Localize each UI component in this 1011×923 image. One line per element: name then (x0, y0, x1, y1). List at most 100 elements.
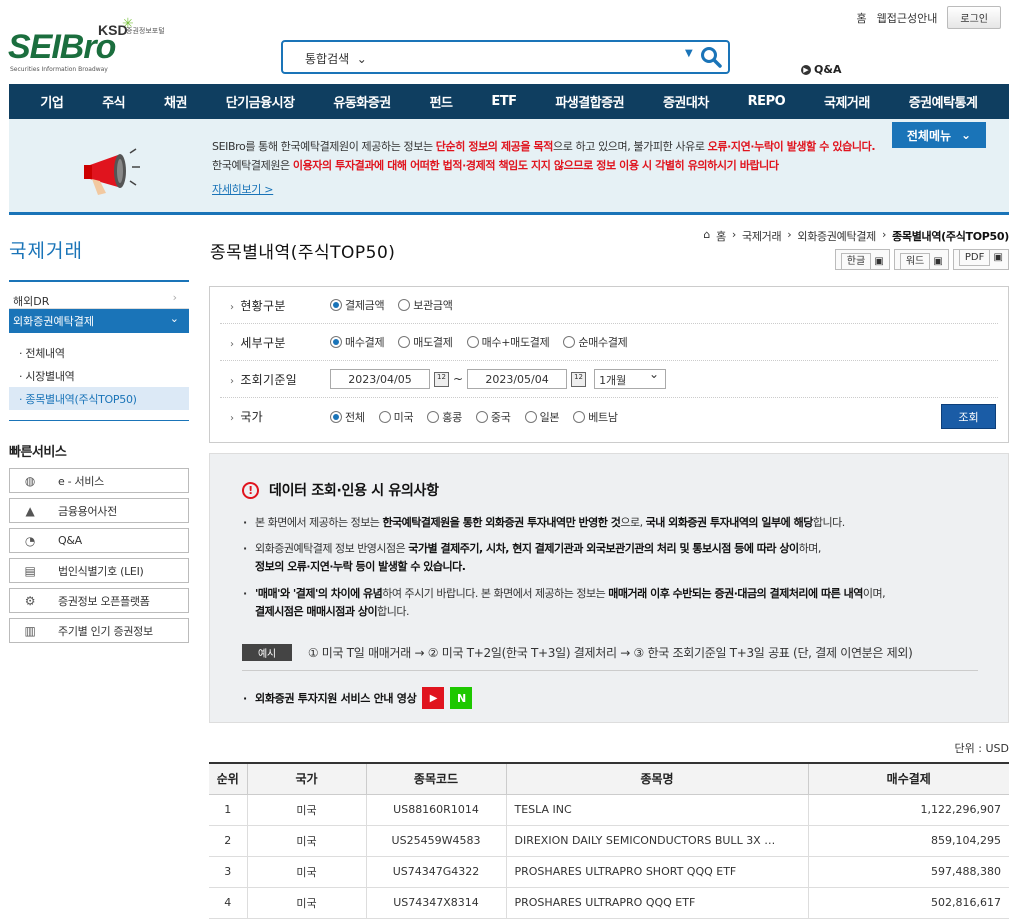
cell-country: 미국 (246, 793, 367, 826)
quick-api-button[interactable]: ⚙ 증권정보 오픈플랫폼 (9, 588, 189, 613)
calendar-icon[interactable]: 12 (434, 371, 449, 387)
caution-bullet-1: 본 화면에서 제공하는 정보는 한국예탁결제원을 통한 외화증권 투자내역만 반… (243, 514, 845, 532)
chevron-down-icon: ⌄ (961, 128, 972, 142)
table-row[interactable]: 2 미국 US25459W4583 DIREXION DAILY SEMICON… (209, 824, 1009, 857)
lnb-sub-item[interactable]: · 전체내역 (9, 341, 189, 364)
qa-link[interactable]: ▶ Q&A (801, 63, 841, 76)
unit-label: 단위 : USD (954, 742, 1009, 755)
breadcrumb: ⌂ 홈 › 국제거래 › 외화증권예탁결제 › 종목별내역(주식TOP50) (703, 228, 1009, 244)
breadcrumb-current: 종목별내역(주식TOP50) (892, 230, 1009, 243)
gnb-item[interactable]: 주식 (102, 92, 125, 111)
dropdown-arrow-icon[interactable]: ▼ (685, 48, 693, 59)
more-link[interactable]: 자세히보기 > (212, 181, 274, 197)
divider (242, 670, 978, 671)
pdf-download-button[interactable]: PDF ▣ (952, 249, 1009, 270)
radio-sell[interactable]: 매도결제 (398, 334, 453, 350)
calendar-icon[interactable]: 12 (571, 371, 587, 387)
quick-glossary-button[interactable]: ▲ 금융용어사전 (9, 498, 189, 523)
cell-code: US88160R1014 (365, 793, 507, 826)
table-row[interactable]: 4 미국 US74347X8314 PROSHARES ULTRAPRO QQQ… (209, 886, 1009, 919)
chevron-down-icon: ⌄ (169, 312, 179, 325)
radio-hk[interactable]: 홍콩 (427, 409, 462, 425)
global-nav: 기업 주식 채권 단기금융시장 유동화증권 펀드 ETF 파생결합증권 증권대차… (9, 84, 1009, 119)
header-name: 종목명 (505, 763, 809, 795)
gnb-item[interactable]: 단기금융시장 (226, 92, 295, 111)
radio-jp[interactable]: 일본 (524, 409, 559, 425)
radio-settlement-amount[interactable]: 결제금액 (330, 297, 385, 313)
seibro-logo[interactable]: ✳ KSD 증권정보포털 SEIBro Securities Informati… (8, 16, 188, 78)
lnb-title: 국제거래 (9, 230, 189, 282)
search-scope-select[interactable]: 통합검색 ⌄ (305, 50, 367, 67)
detail-label: 세부구분 (220, 334, 330, 351)
youtube-icon[interactable]: ▶ (422, 687, 445, 709)
globe-icon: ◍ (24, 473, 36, 488)
date-from-input[interactable]: 2023/04/05 (330, 369, 430, 389)
ksd-sub: 증권정보포털 (126, 27, 165, 35)
table-row[interactable]: 1 미국 US88160R1014 TESLA INC 1,122,296,90… (209, 793, 1009, 826)
quick-lei-button[interactable]: ▤ 법인식별기호 (LEI) (9, 558, 189, 583)
cell-rank: 3 (209, 855, 248, 888)
all-menu-button[interactable]: 전체메뉴 ⌄ (892, 122, 986, 148)
lnb-submenu: · 전체내역 · 시장별내역 · 종목별내역(주식TOP50) (9, 333, 189, 421)
video-row: 외화증권 투자지원 서비스 안내 영상▶N (243, 687, 473, 709)
download-buttons: 한글 ▣ 워드 ▣ PDF ▣ (834, 249, 1009, 270)
word-download-button[interactable]: 워드 ▣ (893, 249, 949, 270)
login-button[interactable]: 로그인 (947, 6, 1001, 29)
status-label: 현황구분 (220, 297, 330, 314)
cell-rank: 4 (209, 886, 248, 919)
radio-custody-amount[interactable]: 보관금액 (398, 297, 453, 313)
gnb-item[interactable]: 유동화증권 (333, 92, 391, 111)
gnb-item[interactable]: 증권대차 (663, 92, 709, 111)
home-icon[interactable]: ⌂ (703, 228, 710, 244)
search-icon[interactable] (700, 46, 722, 68)
date-separator: ~ (453, 372, 464, 386)
cell-country: 미국 (246, 886, 367, 919)
cell-code: US25459W4583 (365, 824, 507, 857)
radio-net-buy[interactable]: 순매수결제 (563, 334, 628, 350)
search-button[interactable]: 조회 (941, 404, 996, 429)
gnb-item[interactable]: 기업 (40, 92, 63, 111)
lnb-item-foreign-settlement[interactable]: 외화증권예탁결제 ⌄ (9, 309, 189, 333)
period-select[interactable]: 1개월 (594, 367, 667, 389)
radio-cn[interactable]: 중국 (475, 409, 511, 425)
quick-eservice-button[interactable]: ◍ e - 서비스 (9, 468, 189, 493)
example-text: ① 미국 T일 매매거래 → ② 미국 T+2일(한국 T+3일) 결제처리 →… (307, 646, 913, 660)
caution-bullet-3: '매매'와 '결제'의 차이에 유념하여 주시기 바랍니다. 본 화면에서 제공… (243, 585, 886, 621)
radio-vn[interactable]: 베트남 (573, 409, 618, 425)
radio-buy-sell[interactable]: 매수+매도결제 (466, 334, 550, 350)
gnb-item[interactable]: 펀드 (430, 92, 453, 111)
radio-buy[interactable]: 매수결제 (330, 334, 385, 350)
warning-icon: ! (242, 481, 259, 499)
gnb-item[interactable]: ETF (491, 94, 517, 109)
gnb-item[interactable]: 채권 (164, 92, 187, 111)
cell-country: 미국 (246, 824, 367, 857)
naver-icon[interactable]: N (450, 687, 473, 709)
gnb-item[interactable]: REPO (748, 94, 786, 109)
cell-country: 미국 (246, 855, 367, 888)
breadcrumb-item[interactable]: 외화증권예탁결제 (797, 228, 876, 244)
radio-all[interactable]: 전체 (330, 409, 365, 425)
breadcrumb-home[interactable]: 홈 (716, 228, 726, 244)
home-link[interactable]: 홈 (857, 10, 867, 26)
lnb-item-dr[interactable]: 해외DR › (9, 285, 189, 309)
caution-box: !데이터 조회·인용 시 유의사항 본 화면에서 제공하는 정보는 한국예탁결제… (209, 453, 1009, 723)
cell-amount: 502,816,617 (807, 886, 1009, 919)
radio-us[interactable]: 미국 (378, 409, 414, 425)
lnb-sub-item[interactable]: · 시장별내역 (9, 364, 189, 387)
gnb-item[interactable]: 증권예탁통계 (909, 92, 978, 111)
date-to-input[interactable]: 2023/05/04 (467, 369, 568, 389)
gnb-item[interactable]: 국제거래 (824, 92, 870, 111)
header-buy-settlement[interactable]: 매수결제 (807, 763, 1009, 795)
search-bar[interactable]: 통합검색 ⌄ ▼ (281, 40, 730, 74)
quick-popular-button[interactable]: ▥ 주기별 인기 증권정보 (9, 618, 189, 643)
cell-amount: 597,488,380 (807, 855, 1009, 888)
gnb-item[interactable]: 파생결합증권 (555, 92, 624, 111)
lnb-sub-item-active[interactable]: · 종목별내역(주식TOP50) (9, 387, 189, 410)
cell-name: PROSHARES ULTRAPRO SHORT QQQ ETF (505, 855, 809, 888)
breadcrumb-item[interactable]: 국제거래 (742, 228, 782, 244)
accessibility-link[interactable]: 웹접근성안내 (877, 10, 938, 26)
hangul-download-button[interactable]: 한글 ▣ (834, 249, 890, 270)
table-row[interactable]: 3 미국 US74347G4322 PROSHARES ULTRAPRO SHO… (209, 855, 1009, 888)
search-filter-panel: 현황구분 결제금액 보관금액 세부구분 매수결제 매도결제 매수+매도결제 순매… (209, 286, 1009, 443)
quick-qa-button[interactable]: ◔ Q&A (9, 528, 189, 553)
